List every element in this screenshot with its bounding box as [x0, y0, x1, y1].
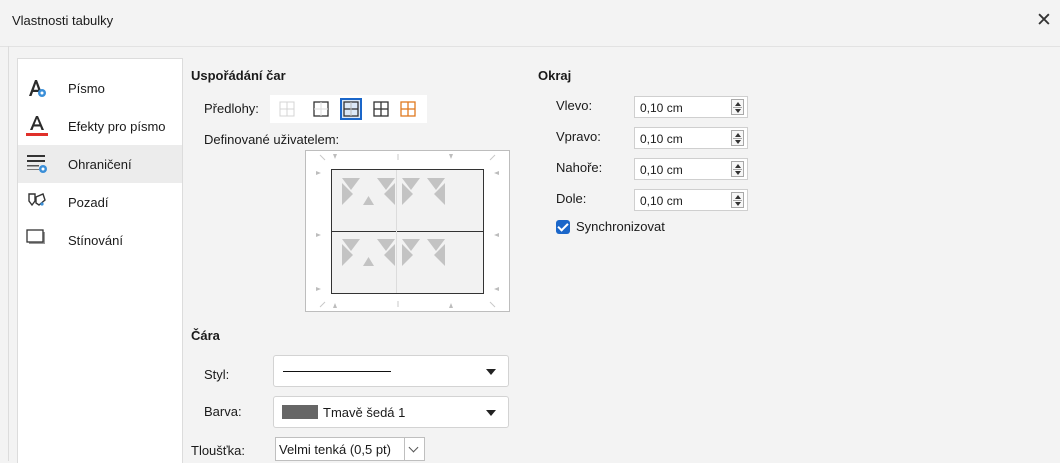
padding-left-value: 0,10 cm — [640, 101, 683, 115]
preset-outer-border[interactable] — [310, 98, 332, 120]
line-color-dropdown[interactable]: Tmavě šedá 1 — [273, 396, 509, 428]
preset-outer-no-inner[interactable] — [397, 98, 419, 120]
padding-top-value: 0,10 cm — [640, 163, 683, 177]
background-icon — [26, 191, 48, 213]
spin-button[interactable] — [731, 99, 744, 115]
sidebar-item-borders[interactable]: Ohraničení — [18, 145, 182, 183]
preset-outer-and-horizontal[interactable] — [340, 98, 362, 120]
line-arrangement-title: Uspořádání čar — [191, 68, 286, 83]
presets-label: Předlohy: — [204, 101, 259, 116]
color-label: Barva: — [204, 404, 242, 419]
padding-bottom-field[interactable]: 0,10 cm — [634, 189, 748, 211]
border-preview — [316, 154, 499, 308]
padding-bottom-value: 0,10 cm — [640, 194, 683, 208]
padding-left-label: Vlevo: — [556, 98, 593, 113]
sidebar-item-background[interactable]: Pozadí — [18, 183, 182, 221]
line-style-dropdown[interactable] — [273, 355, 509, 387]
padding-title: Okraj — [538, 68, 572, 83]
sidebar-item-label: Efekty pro písmo — [68, 118, 166, 134]
preset-outer-and-all-inner[interactable] — [370, 98, 392, 120]
chevron-down-icon[interactable] — [404, 438, 424, 460]
no-borders-icon — [279, 101, 295, 117]
padding-bottom-label: Dole: — [556, 191, 587, 206]
chevron-down-icon — [486, 410, 496, 416]
sidebar-item-label: Ohraničení — [68, 156, 132, 172]
padding-right-label: Vpravo: — [556, 129, 601, 144]
chevron-down-icon — [486, 369, 496, 375]
padding-top-label: Nahoře: — [556, 160, 603, 175]
dialog-titlebar: Vlastnosti tabulky ✕ — [0, 0, 1060, 47]
outer-border-icon — [313, 101, 329, 117]
sidebar-item-label: Pozadí — [68, 194, 109, 210]
window-edge — [0, 46, 9, 461]
line-thickness-combo[interactable]: Velmi tenká (0,5 pt) — [275, 437, 425, 461]
style-label: Styl: — [204, 367, 230, 382]
font-icon — [26, 77, 48, 99]
padding-top-field[interactable]: 0,10 cm — [634, 158, 748, 180]
sidebar-item-font-effects[interactable]: Efekty pro písmo — [18, 107, 182, 145]
font-effects-icon — [26, 115, 48, 137]
borders-icon — [26, 153, 48, 175]
presets-bar — [270, 95, 427, 123]
sidebar-item-label: Písmo — [68, 80, 105, 96]
close-icon[interactable]: ✕ — [1032, 10, 1056, 34]
line-title: Čára — [191, 328, 220, 343]
spin-button[interactable] — [731, 192, 744, 208]
spin-button[interactable] — [731, 130, 744, 146]
line-color-value: Tmavě šedá 1 — [323, 405, 406, 420]
outer-horizontal-icon — [343, 101, 359, 117]
outer-orange-icon — [400, 101, 416, 117]
user-defined-border-canvas[interactable] — [305, 150, 510, 312]
preset-no-borders[interactable] — [276, 98, 298, 120]
thickness-label: Tloušťka: — [191, 443, 246, 458]
line-style-preview — [283, 371, 391, 372]
padding-right-field[interactable]: 0,10 cm — [634, 127, 748, 149]
sidebar-item-shadow[interactable]: Stínování — [18, 221, 182, 259]
all-borders-icon — [373, 101, 389, 117]
shadow-icon — [26, 229, 48, 251]
sidebar-item-font[interactable]: Písmo — [18, 69, 182, 107]
color-swatch — [282, 405, 318, 419]
spin-button[interactable] — [731, 161, 744, 177]
synchronize-checkbox[interactable] — [556, 220, 570, 234]
dialog-title: Vlastnosti tabulky — [12, 13, 114, 28]
line-thickness-value: Velmi tenká (0,5 pt) — [279, 442, 391, 457]
user-defined-label: Definované uživatelem: — [204, 132, 340, 147]
sidebar-item-label: Stínování — [68, 232, 123, 248]
padding-left-field[interactable]: 0,10 cm — [634, 96, 748, 118]
sidebar: Písmo Efekty pro písmo Ohraničení Pozadí… — [17, 58, 183, 463]
padding-right-value: 0,10 cm — [640, 132, 683, 146]
synchronize-label[interactable]: Synchronizovat — [576, 219, 665, 234]
